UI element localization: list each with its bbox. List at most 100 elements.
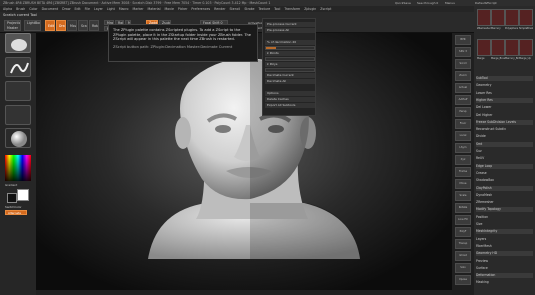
shelf-button-bpr[interactable]: BPR bbox=[455, 35, 471, 45]
shelf-button-spix-3[interactable]: SPix 3 bbox=[455, 47, 471, 57]
edit-button[interactable]: Edit bbox=[45, 20, 55, 31]
shelf-button-transp[interactable]: Transp bbox=[455, 239, 471, 249]
menu-zscript[interactable]: Zscript bbox=[320, 7, 331, 11]
texture-thumbnail[interactable] bbox=[5, 105, 31, 125]
tray-row-suv[interactable]: Suv bbox=[476, 149, 533, 154]
palette-item[interactable]: k Points bbox=[265, 51, 315, 56]
menu-render[interactable]: Render bbox=[214, 7, 225, 11]
palette-item[interactable]: Options bbox=[265, 91, 315, 96]
palette-item[interactable]: Decimate Current bbox=[265, 73, 315, 78]
menu-texture[interactable]: Texture bbox=[258, 7, 270, 11]
shelf-button-polyf[interactable]: PolyF bbox=[455, 227, 471, 237]
menu-file[interactable]: File bbox=[85, 7, 90, 11]
tool-thumbnail[interactable] bbox=[491, 39, 505, 56]
draw-button[interactable]: Draw bbox=[56, 20, 66, 31]
menu-document[interactable]: Document bbox=[42, 7, 59, 11]
tray-row-reconstruct-subdiv[interactable]: Reconstruct Subdiv bbox=[476, 127, 533, 132]
menu-stroke[interactable]: Stroke bbox=[244, 7, 254, 11]
tray-row-divide[interactable]: Divide bbox=[476, 134, 533, 139]
tray-row-geometry-hd[interactable]: Geometry HD bbox=[476, 251, 533, 257]
shelf-button-ghost[interactable]: Ghost bbox=[455, 251, 471, 261]
tray-row-masking[interactable]: Masking bbox=[476, 280, 533, 285]
scale-button[interactable]: Scale bbox=[78, 20, 88, 31]
tray-row-fibermesh[interactable]: FiberMesh bbox=[476, 244, 533, 249]
tray-row-del-higher[interactable]: Del Higher bbox=[476, 113, 533, 118]
brush-thumbnail[interactable] bbox=[5, 33, 31, 53]
tray-row-del-lower[interactable]: Del Lower bbox=[476, 105, 533, 110]
tray-row-lower-res[interactable]: Lower Res bbox=[476, 91, 533, 96]
document-canvas[interactable] bbox=[36, 33, 452, 290]
stroke-thumbnail[interactable] bbox=[5, 57, 31, 77]
palette-item[interactable]: Delete Caches bbox=[265, 97, 315, 102]
shelf-button-scale[interactable]: Scale bbox=[455, 191, 471, 201]
tray-row-layers[interactable]: Layers bbox=[476, 237, 533, 242]
shelf-button-zoom[interactable]: Zoom bbox=[455, 71, 471, 81]
tray-row-edge-loop[interactable]: Edge Loop bbox=[476, 163, 533, 169]
tray-row-subtool[interactable]: SubTool bbox=[476, 76, 533, 81]
menu-zplugin[interactable]: Zplugin bbox=[304, 7, 316, 11]
shelf-button-scroll[interactable]: Scroll bbox=[455, 59, 471, 69]
tray-row-position[interactable]: Position bbox=[476, 215, 533, 220]
palette-item[interactable]: % of decimation 20 bbox=[265, 40, 315, 45]
menu-light[interactable]: Light bbox=[107, 7, 115, 11]
menu-marker[interactable]: Marker bbox=[133, 7, 144, 11]
switch-color-label[interactable]: SwitchColor bbox=[5, 205, 33, 209]
tray-row-higher-res[interactable]: Higher Res bbox=[476, 97, 533, 103]
menu-draw[interactable]: Draw bbox=[62, 7, 70, 11]
material-thumbnail[interactable] bbox=[5, 128, 31, 148]
move-button[interactable]: Move bbox=[67, 20, 77, 31]
tray-row-deformation[interactable]: Deformation bbox=[476, 273, 533, 279]
tray-row-size[interactable]: Size bbox=[476, 222, 533, 227]
alternate-button[interactable]: Alternate bbox=[5, 210, 27, 215]
shelf-button-actual[interactable]: Actual bbox=[455, 83, 471, 93]
menu-stencil[interactable]: Stencil bbox=[230, 7, 241, 11]
menu-alpha[interactable]: Alpha bbox=[3, 7, 12, 11]
tool-thumbnail[interactable] bbox=[519, 9, 533, 26]
tray-row-preview[interactable]: Preview bbox=[476, 259, 533, 264]
tool-thumbnail[interactable] bbox=[505, 39, 519, 56]
shelf-button-persp[interactable]: Persp bbox=[455, 107, 471, 117]
palette-item[interactable]: Pre-process Current bbox=[265, 22, 315, 27]
lightbox-button[interactable]: LightBox bbox=[24, 20, 41, 31]
shelf-button-xyz[interactable]: Xyz bbox=[455, 155, 471, 165]
rotate-button[interactable]: Rotate bbox=[89, 20, 99, 31]
menu-picker[interactable]: Picker bbox=[178, 7, 188, 11]
tray-row-freeze-subdivision-levels[interactable]: Freeze SubDivision Levels bbox=[476, 119, 533, 125]
menu-edit[interactable]: Edit bbox=[74, 7, 80, 11]
secondary-color-swatch[interactable] bbox=[7, 193, 17, 203]
menu-layer[interactable]: Layer bbox=[94, 7, 103, 11]
tray-row-dynamesh[interactable]: DynaMesh bbox=[476, 193, 533, 198]
tool-thumbnail[interactable] bbox=[519, 39, 533, 56]
shelf-button-line-fill[interactable]: Line Fill bbox=[455, 215, 471, 225]
shelf-button-rotate[interactable]: Rotate bbox=[455, 203, 471, 213]
shelf-button-move[interactable]: Move bbox=[455, 179, 471, 189]
tray-row-modify-topology[interactable]: Modify Topology bbox=[476, 207, 533, 213]
tray-row-meshintegrity[interactable]: MeshIntegrity bbox=[476, 229, 533, 235]
palette-slider[interactable] bbox=[265, 68, 315, 72]
shelf-button-floor[interactable]: Floor bbox=[455, 119, 471, 129]
tool-thumbnail[interactable] bbox=[477, 39, 491, 56]
menu-tool[interactable]: Tool bbox=[274, 7, 280, 11]
shelf-button-local[interactable]: Local bbox=[455, 131, 471, 141]
palette-item[interactable]: Decimate All bbox=[265, 79, 315, 84]
palette-item[interactable]: k Polys bbox=[265, 62, 315, 67]
tray-row-smt[interactable]: Smt bbox=[476, 141, 533, 147]
tray-row-geometry[interactable]: Geometry bbox=[476, 83, 533, 88]
menu-color[interactable]: Color bbox=[29, 7, 37, 11]
menu-movie[interactable]: Movie bbox=[164, 7, 173, 11]
main-color-swatch[interactable] bbox=[17, 189, 29, 201]
tray-row-crease[interactable]: Crease bbox=[476, 171, 533, 176]
menu-transform[interactable]: Transform bbox=[284, 7, 300, 11]
alpha-thumbnail[interactable] bbox=[5, 81, 31, 101]
tray-row-zremesher[interactable]: ZRemesher bbox=[476, 200, 533, 205]
shelf-button-lsym[interactable]: LSym bbox=[455, 143, 471, 153]
color-picker[interactable] bbox=[5, 155, 31, 181]
palette-slider[interactable] bbox=[265, 57, 315, 61]
menu-preferences[interactable]: Preferences bbox=[191, 7, 210, 11]
palette-slider[interactable] bbox=[265, 46, 315, 50]
tray-row-claypolish[interactable]: ClayPolish bbox=[476, 185, 533, 191]
shelf-button-xpose[interactable]: Xpose bbox=[455, 275, 471, 285]
tray-row-shadowbox[interactable]: ShadowBox bbox=[476, 178, 533, 183]
tray-row-surface[interactable]: Surface bbox=[476, 266, 533, 271]
shelf-button-frame[interactable]: Frame bbox=[455, 167, 471, 177]
